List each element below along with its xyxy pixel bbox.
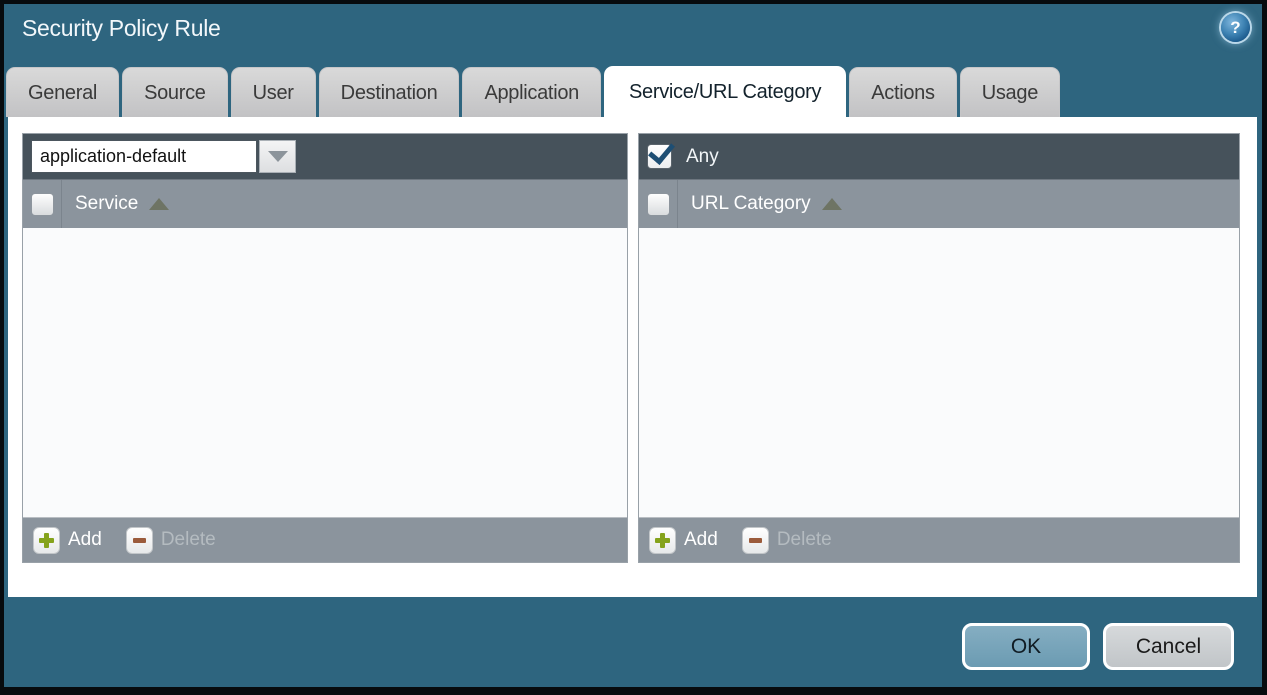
- service-column-header-row: Service: [23, 179, 627, 228]
- sort-ascending-icon[interactable]: [149, 198, 169, 210]
- chevron-down-icon: [268, 151, 288, 162]
- url-category-panel: Any URL Category Add: [638, 133, 1240, 563]
- url-category-panel-footer: Add Delete: [639, 517, 1239, 562]
- tab-bar: General Source User Destination Applicat…: [6, 66, 1060, 117]
- service-select-all-checkbox[interactable]: [31, 193, 54, 216]
- delete-button-label: Delete: [777, 529, 832, 551]
- add-button-label: Add: [684, 529, 718, 551]
- sort-ascending-icon[interactable]: [822, 198, 842, 210]
- service-add-button[interactable]: Add: [33, 527, 102, 554]
- service-panel-toolbar: [23, 134, 627, 179]
- help-icon[interactable]: ?: [1221, 13, 1250, 42]
- service-list: [23, 228, 627, 517]
- service-type-input[interactable]: [31, 140, 257, 173]
- tab-content-area: Service Add Delete: [8, 117, 1257, 597]
- any-checkbox[interactable]: [647, 144, 672, 169]
- url-category-column-header[interactable]: URL Category: [691, 193, 811, 215]
- service-panel: Service Add Delete: [22, 133, 628, 563]
- minus-icon: [126, 527, 153, 554]
- cancel-button[interactable]: Cancel: [1103, 623, 1234, 670]
- service-delete-button[interactable]: Delete: [126, 527, 216, 554]
- service-column-header[interactable]: Service: [75, 193, 138, 215]
- service-type-dropdown: [31, 140, 296, 173]
- plus-icon: [649, 527, 676, 554]
- url-category-add-button[interactable]: Add: [649, 527, 718, 554]
- url-category-panel-toolbar: Any: [639, 134, 1239, 179]
- dialog-background: Security Policy Rule ? General Source Us…: [4, 4, 1262, 687]
- url-category-list: [639, 228, 1239, 517]
- tab-user[interactable]: User: [231, 67, 316, 117]
- url-category-column-header-row: URL Category: [639, 179, 1239, 228]
- any-label: Any: [686, 146, 719, 168]
- minus-icon: [742, 527, 769, 554]
- tab-general[interactable]: General: [6, 67, 119, 117]
- tab-service-url-category[interactable]: Service/URL Category: [604, 66, 846, 117]
- tab-actions[interactable]: Actions: [849, 67, 957, 117]
- url-category-delete-button[interactable]: Delete: [742, 527, 832, 554]
- security-policy-rule-dialog: Security Policy Rule ? General Source Us…: [0, 0, 1267, 695]
- add-button-label: Add: [68, 529, 102, 551]
- tab-usage[interactable]: Usage: [960, 67, 1060, 117]
- url-category-select-all-checkbox[interactable]: [647, 193, 670, 216]
- service-panel-footer: Add Delete: [23, 517, 627, 562]
- tab-source[interactable]: Source: [122, 67, 228, 117]
- checkmark-icon: [648, 137, 675, 165]
- tab-destination[interactable]: Destination: [319, 67, 460, 117]
- dialog-title: Security Policy Rule: [22, 15, 221, 42]
- tab-application[interactable]: Application: [462, 67, 601, 117]
- ok-button[interactable]: OK: [962, 623, 1090, 670]
- service-type-dropdown-button[interactable]: [259, 140, 296, 173]
- delete-button-label: Delete: [161, 529, 216, 551]
- plus-icon: [33, 527, 60, 554]
